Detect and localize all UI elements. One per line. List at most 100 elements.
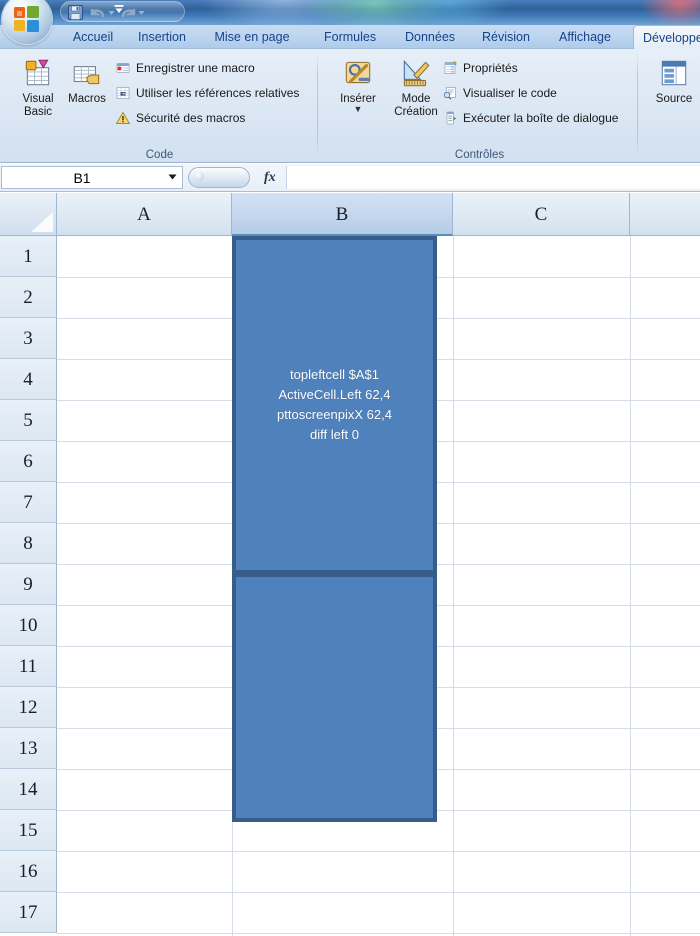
info-rectangle-bottom[interactable]	[232, 573, 437, 822]
ribbon-group-label-code: Code	[145, 149, 174, 161]
row-header-1[interactable]: 1	[0, 236, 57, 277]
ribbon-tab-d-veloppeur[interactable]: Développeur	[633, 25, 700, 50]
ribbon-group-xml: Source	[642, 49, 700, 162]
row-header-16[interactable]: 16	[0, 851, 57, 892]
insert-function-icon[interactable]: fx	[264, 170, 276, 186]
ribbon-group-separator	[637, 53, 638, 157]
row-header-17[interactable]: 17	[0, 892, 57, 933]
view-code-button[interactable]: Visualiser le code	[442, 82, 557, 104]
gridline-horizontal	[57, 851, 700, 852]
cell-area[interactable]: topleftcell $A$1 ActiveCell.Left 62,4 ptto…	[57, 236, 700, 936]
ribbon-tab-affichage[interactable]: Affichage	[549, 25, 621, 49]
relative-references-icon	[116, 87, 130, 99]
run-dialog-label: Exécuter la boîte de dialogue	[463, 111, 619, 125]
row-headers: 1 2 3 4 5 6 7 8 9 10 11 12 13 14 15 16 17	[0, 236, 57, 936]
customize-quick-access-toolbar-icon[interactable]	[112, 2, 126, 19]
design-mode-icon	[403, 59, 430, 87]
xml-source-icon	[661, 60, 687, 86]
properties-button[interactable]: Propriétés	[442, 57, 518, 79]
ribbon-content: Visual Basic Macros Enregistrer une macro Ut…	[0, 49, 700, 163]
column-headers: ABC	[57, 193, 700, 236]
ribbon-tab-mise-en-page[interactable]: Mise en page	[200, 25, 304, 49]
ribbon-tab-formules[interactable]: Formules	[315, 25, 383, 49]
use-relative-references-button[interactable]: Utiliser les références relatives	[115, 82, 299, 104]
gridline-vertical	[453, 236, 454, 936]
column-header-B[interactable]: B	[232, 193, 453, 236]
formula-bar: B1 fx	[0, 164, 700, 192]
ribbon-tab-accueil[interactable]: Accueil	[62, 25, 124, 49]
insert-control-icon	[345, 61, 371, 84]
row-header-5[interactable]: 5	[0, 400, 57, 441]
gridline-horizontal	[57, 933, 700, 934]
select-all-corner[interactable]	[0, 193, 57, 236]
macro-security-button[interactable]: Sécurité des macros	[115, 107, 245, 129]
source-label: Source	[655, 93, 693, 105]
ribbon-tab-insertion[interactable]: Insertion	[126, 25, 198, 49]
ribbon-tab-donn-es[interactable]: Données	[396, 25, 462, 49]
record-macro-icon	[116, 63, 130, 73]
macros-label: Macros	[68, 93, 106, 105]
formula-bar-handle-dot	[195, 172, 204, 181]
gridline-horizontal	[57, 892, 700, 893]
row-header-9[interactable]: 9	[0, 564, 57, 605]
insert-control-chevron-down-icon[interactable]: ▼	[330, 105, 386, 114]
macro-security-label: Sécurité des macros	[136, 111, 246, 125]
formula-input[interactable]	[286, 166, 700, 189]
row-header-14[interactable]: 14	[0, 769, 57, 810]
row-header-2[interactable]: 2	[0, 277, 57, 318]
visual-basic-label: Visual Basic	[22, 93, 54, 118]
insert-control-button[interactable]: Insérer ▼	[330, 54, 386, 130]
row-header-13[interactable]: 13	[0, 728, 57, 769]
row-header-8[interactable]: 8	[0, 523, 57, 564]
name-box-chevron-down-icon[interactable]	[162, 169, 182, 187]
undo-icon[interactable]	[89, 4, 107, 21]
formula-bar-controls: fx	[188, 166, 284, 189]
ribbon-group-code: Visual Basic Macros Enregistrer une macro Ut…	[2, 49, 317, 162]
macro-security-warning-icon	[115, 111, 131, 124]
save-icon[interactable]	[67, 4, 85, 21]
titlebar-glow-decoration	[640, 0, 700, 25]
view-code-label: Visualiser le code	[463, 86, 557, 100]
run-dialog-icon	[446, 111, 456, 125]
macros-button[interactable]: Macros	[59, 54, 115, 130]
visual-basic-button[interactable]: Visual Basic	[10, 54, 66, 130]
view-code-icon	[443, 87, 456, 100]
column-header-x3[interactable]	[630, 193, 700, 236]
row-header-4[interactable]: 4	[0, 359, 57, 400]
run-dialog-button[interactable]: Exécuter la boîte de dialogue	[442, 107, 618, 129]
gridline-vertical	[630, 236, 631, 936]
row-header-15[interactable]: 15	[0, 810, 57, 851]
properties-label: Propriétés	[463, 61, 518, 75]
ribbon-group-label-controls: Contrôles	[454, 149, 505, 161]
redo-dropdown-chevron-down-icon[interactable]	[136, 4, 147, 21]
column-header-C[interactable]: C	[453, 193, 630, 236]
record-macro-button[interactable]: Enregistrer une macro	[115, 57, 255, 79]
column-header-A[interactable]: A	[57, 193, 232, 236]
row-header-11[interactable]: 11	[0, 646, 57, 687]
office-logo-icon	[14, 6, 39, 32]
ribbon-tab-r-vision[interactable]: Révision	[473, 25, 537, 49]
info-rectangle-top[interactable]: topleftcell $A$1 ActiveCell.Left 62,4 ptto…	[232, 236, 437, 574]
use-relative-references-label: Utiliser les références relatives	[136, 86, 300, 100]
design-mode-label: Mode Création	[394, 93, 438, 118]
source-button[interactable]: Source	[646, 54, 700, 130]
visual-basic-icon	[25, 59, 50, 86]
info-rectangle-top-text: topleftcell $A$1 ActiveCell.Left 62,4 ptto…	[277, 367, 392, 442]
ribbon-group-controls: Insérer ▼ Mode Création Propriétés Visualiser…	[322, 49, 637, 162]
record-macro-label: Enregistrer une macro	[136, 61, 255, 75]
properties-icon	[444, 61, 457, 74]
row-header-12[interactable]: 12	[0, 687, 57, 728]
ribbon-tab-strip: Accueil Insertion Mise en page Formules Donn…	[0, 25, 700, 50]
row-header-3[interactable]: 3	[0, 318, 57, 359]
formula-bar-expand-handle[interactable]	[188, 167, 250, 188]
design-mode-button[interactable]: Mode Création	[388, 54, 444, 130]
macros-icon	[73, 66, 100, 85]
titlebar-glow-decoration	[390, 0, 510, 25]
row-header-10[interactable]: 10	[0, 605, 57, 646]
ribbon-group-separator	[317, 53, 318, 157]
name-box[interactable]: B1	[1, 166, 183, 189]
select-all-triangle-icon	[31, 212, 53, 232]
row-header-7[interactable]: 7	[0, 482, 57, 523]
name-box-value: B1	[73, 169, 91, 186]
row-header-6[interactable]: 6	[0, 441, 57, 482]
